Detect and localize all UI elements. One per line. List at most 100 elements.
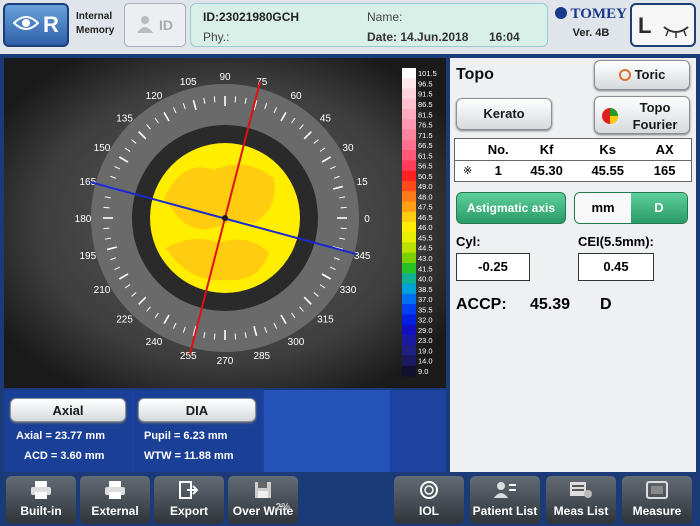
cei-label: CEI(5.5mm):	[578, 234, 654, 249]
right-eye-label: R	[43, 12, 59, 37]
axis-label: 180	[75, 214, 92, 225]
axial-button[interactable]: Axial	[10, 398, 126, 422]
person-icon	[137, 15, 153, 36]
scale-swatch	[402, 232, 416, 243]
brand-block: TOMEY Ver. 4B	[554, 6, 628, 39]
astigmatic-axis-button[interactable]: Astigmatic axis	[456, 192, 566, 224]
axis-label: 105	[180, 77, 197, 88]
axis-label: 195	[79, 251, 96, 262]
topography-map[interactable]: 90 75 60 45 30 15 0 345 330 315 300 285 270 255 240 225…	[4, 58, 446, 388]
eye-icon	[12, 12, 40, 38]
scale-swatch	[402, 222, 416, 233]
scale-swatch	[402, 304, 416, 315]
scale-swatch	[402, 191, 416, 202]
topo-fourier-button[interactable]: Topo Fourier	[594, 96, 690, 134]
diopter-button[interactable]: D	[631, 193, 687, 223]
scale-label: 71.5	[418, 131, 433, 140]
scale-swatch	[402, 139, 416, 151]
export-icon	[154, 476, 224, 504]
scale-label: 61.5	[418, 151, 433, 160]
scale-swatch	[402, 263, 416, 274]
scale-swatch	[402, 345, 416, 356]
tomey-emblem-icon	[555, 7, 568, 19]
toric-button[interactable]: Toric	[594, 60, 690, 90]
scale-label: 76.5	[418, 121, 433, 130]
printer-icon	[80, 476, 150, 504]
iol-button[interactable]: IOL	[394, 476, 464, 524]
wtw-value: WTW = 11.88 mm	[144, 450, 234, 462]
scale-label: 47.5	[418, 203, 433, 212]
scale-swatch	[402, 170, 416, 182]
scale-label: 40.0	[418, 275, 433, 284]
measure-button[interactable]: Measure	[622, 476, 692, 524]
overwrite-button[interactable]: 2% Over Write	[228, 476, 298, 524]
patient-id: ID:23021980GCH	[203, 10, 300, 24]
exam-time: 16:04	[489, 30, 520, 44]
exam-date: Date: 14.Jun.2018	[367, 30, 469, 44]
scale-label: 29.0	[418, 326, 433, 335]
row-marker: ※	[463, 164, 473, 177]
iol-lens-icon	[394, 476, 464, 504]
header-bar: R Internal Memory ID ID:23021980GCH Name…	[0, 0, 700, 54]
scale-label: 50.5	[418, 172, 433, 181]
scale-swatch	[402, 283, 416, 295]
scale-swatch	[402, 201, 416, 213]
axial-length-value: Axial = 23.77 mm	[16, 430, 105, 442]
axis-label: 315	[317, 314, 334, 325]
axis-label: 60	[290, 91, 302, 102]
scale-swatch	[402, 273, 416, 284]
axis-tick	[213, 96, 216, 103]
scale-label: 96.5	[418, 79, 433, 88]
scale-swatch	[402, 68, 416, 79]
scale-swatch	[402, 324, 416, 336]
right-eye-button[interactable]: R	[3, 3, 69, 47]
meas-list-button[interactable]: Meas List	[546, 476, 616, 524]
scale-label: 91.5	[418, 90, 433, 99]
export-button[interactable]: Export	[154, 476, 224, 524]
scale-label: 44.5	[418, 244, 433, 253]
patient-list-icon	[470, 476, 540, 504]
scale-label: 14.0	[418, 357, 433, 366]
axis-label: 45	[320, 114, 332, 125]
scale-label: 66.5	[418, 141, 433, 150]
scale-label: 86.5	[418, 100, 433, 109]
scale-swatch	[402, 78, 416, 89]
axis-tick	[103, 206, 110, 209]
axis-label: 0	[364, 214, 370, 225]
col-no: No.	[487, 142, 509, 158]
axis-label: 90	[219, 72, 231, 83]
scale-swatch	[402, 365, 416, 377]
dia-button[interactable]: DIA	[138, 398, 256, 422]
kerato-table: No. Kf Ks AX ※ 1 45.30 45.55 165	[454, 138, 692, 182]
scale-label: 46.0	[418, 223, 433, 232]
cyl-label: Cyl:	[456, 234, 481, 249]
external-button[interactable]: External	[80, 476, 150, 524]
axis-label: 345	[354, 251, 371, 262]
scale-label: 46.5	[418, 213, 433, 222]
accp-label: ACCP:	[456, 296, 507, 313]
scale-swatch	[402, 98, 416, 110]
axis-label: 15	[357, 177, 369, 188]
id-button[interactable]: ID	[124, 3, 186, 47]
scale-label: 23.0	[418, 336, 433, 345]
patient-list-button[interactable]: Patient List	[470, 476, 540, 524]
scale-label: 32.0	[418, 316, 433, 325]
scale-swatch	[402, 293, 416, 305]
scale-label: 37.0	[418, 295, 433, 304]
builtin-button[interactable]: Built-in	[6, 476, 76, 524]
unit-toggle: mm D	[574, 192, 688, 224]
scale-swatch	[402, 119, 416, 130]
axis-label: 150	[94, 143, 111, 154]
scale-swatch	[402, 252, 416, 264]
scale-swatch	[402, 314, 416, 325]
meas-list-icon	[546, 476, 616, 504]
col-ks: Ks	[599, 142, 617, 158]
acd-value: ACD = 3.60 mm	[24, 450, 105, 462]
kerato-button[interactable]: Kerato	[456, 98, 552, 130]
axis-label: 135	[116, 114, 133, 125]
left-eye-button[interactable]: L	[630, 3, 696, 47]
scale-label: 9.0	[418, 367, 428, 376]
printer-icon	[6, 476, 76, 504]
mm-button[interactable]: mm	[575, 193, 631, 223]
table-row[interactable]: ※ 1 45.30 45.55 165	[455, 160, 691, 180]
